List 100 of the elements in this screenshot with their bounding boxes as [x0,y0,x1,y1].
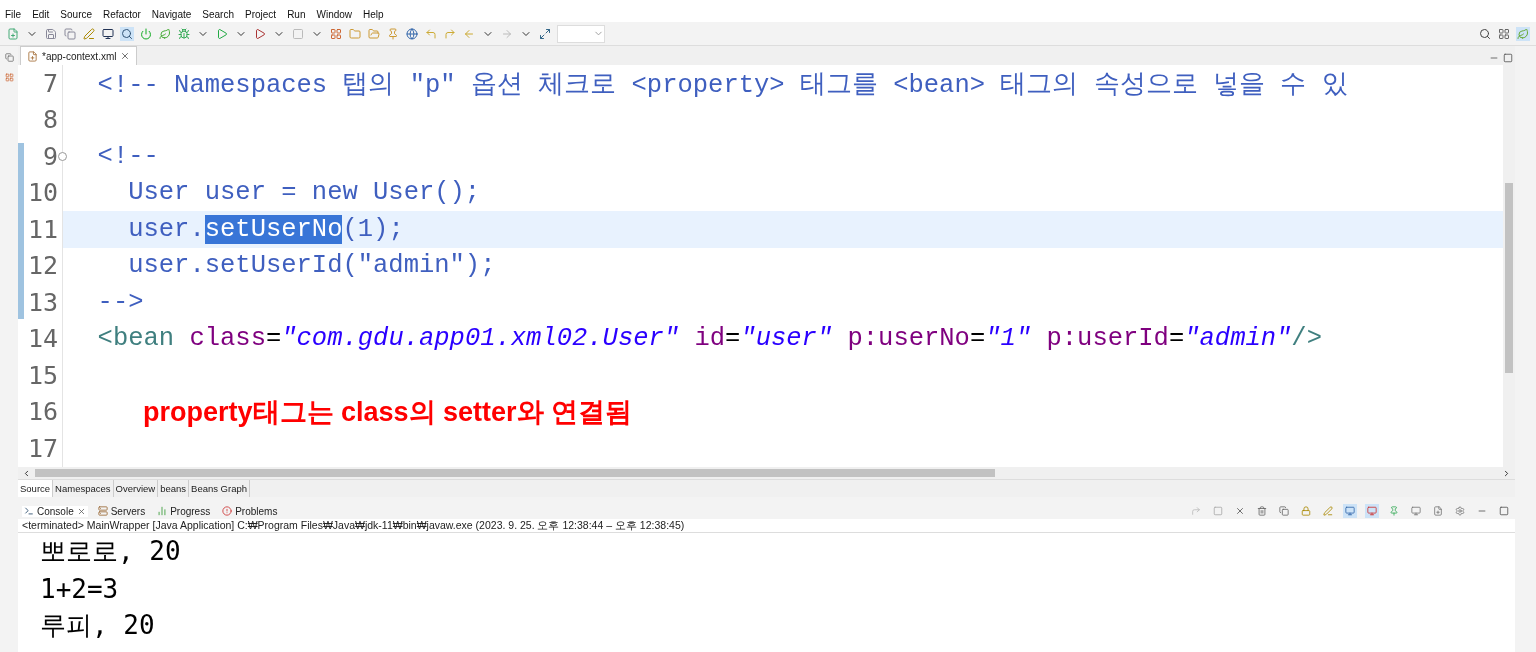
show-output-icon[interactable] [1343,504,1357,518]
stop-icon[interactable] [1211,504,1225,518]
menu-item[interactable]: Navigate [151,8,192,20]
selected-text: setUserNo [204,214,343,244]
globe-icon[interactable] [405,26,419,41]
save-all-icon[interactable] [63,26,77,41]
line-number: 10 [26,177,59,210]
scroll-right-icon [1502,468,1511,478]
code-text: User user = new User(); [127,178,481,208]
menu-item[interactable]: Search [202,8,234,20]
line-number: 15 [26,359,59,392]
lock-icon[interactable] [1299,504,1313,518]
editor-page-tab[interactable]: Namespaces [53,480,114,497]
code-text: <bean [96,324,175,354]
redo-icon[interactable] [443,26,457,41]
tab-label: Problems [235,505,278,517]
code-text: = [265,324,282,354]
view-tab[interactable]: Problems [220,505,280,517]
terminal-icon [24,506,34,516]
new-console-icon[interactable] [1431,504,1445,518]
code-text: p:userId [1045,324,1169,354]
menu-item[interactable]: Help [363,8,384,20]
maximize-icon[interactable] [1501,51,1515,65]
editor-page-tab[interactable]: Source [18,480,54,497]
editor-tab[interactable]: *app-context.xml [20,46,138,65]
file-icon [27,50,38,62]
code-text: user. [127,214,205,244]
code-text: "admin" [1184,324,1292,354]
line-number: 14 [26,323,59,356]
code-text: = [969,324,986,354]
line-number: 12 [26,250,59,283]
bug-icon[interactable] [177,26,191,41]
save-icon[interactable] [44,26,58,41]
server-icon [97,506,108,516]
code-text: (1); [342,214,404,244]
console-output-line: 1+2=3 [40,572,120,606]
line-number: 16 [26,396,59,429]
grid-icon[interactable] [329,26,343,41]
code-text: <!-- [96,141,159,171]
maximize-icon[interactable] [1497,504,1511,518]
editor-page-tab[interactable]: Overview [113,480,159,497]
scrollbar-thumb[interactable] [35,469,995,477]
editor-page-tab[interactable]: beans [158,480,190,497]
close-icon[interactable] [120,51,131,61]
view-tab[interactable]: Servers [95,505,148,517]
dropdown-field[interactable] [557,24,605,43]
monitor-icon[interactable] [101,26,115,41]
code-text: id [693,324,726,354]
console-output-line: 뽀로로, 20 [40,535,182,568]
line-number: 11 [26,213,59,246]
power-icon[interactable] [139,26,153,41]
code-text: --> [96,287,144,317]
menu-item[interactable]: Edit [32,8,50,20]
new-file-icon[interactable] [6,26,20,41]
annotation-text: property태그는 class의 setter와 연결됨 [142,395,633,429]
settings-icon[interactable] [1453,504,1467,518]
menu-item[interactable]: Project [245,8,277,20]
code-text: class [188,324,266,354]
console-output-line: 루피, 20 [40,609,156,642]
code-text: <!-- Namespaces 탭의 "p" 옵션 체크로 <property> 태그를 <bean> 태그의 속성으로 넣을 수 있 [96,69,1348,101]
folder-icon[interactable] [348,26,362,41]
editor-page-tab[interactable]: Beans Graph [189,480,251,497]
code-text: "1" [985,324,1032,354]
show-error-icon[interactable] [1365,504,1379,518]
code-text: = [1168,324,1185,354]
close-icon[interactable] [76,506,86,516]
view-tab[interactable]: Console [22,505,88,517]
alert-icon [222,506,233,516]
line-number: 17 [26,432,59,465]
line-number: 8 [41,104,59,137]
stop-icon[interactable] [291,26,305,41]
leaf-icon[interactable] [1516,26,1530,41]
line-number: 13 [26,286,59,319]
tab-label: Servers [110,505,146,517]
code-text: user.setUserId("admin"); [127,251,496,281]
restore-icon[interactable] [2,50,16,64]
search-icon[interactable] [120,26,134,41]
line-number: 9 [18,138,62,175]
play-icon[interactable] [253,26,267,41]
undo-icon[interactable] [424,26,438,41]
view-tab[interactable]: Progress [155,505,213,517]
leaf-icon[interactable] [158,26,172,41]
code-text: p:userNo [846,324,970,354]
menu-item[interactable]: Window [316,8,353,20]
menu-item[interactable]: Source [60,8,93,20]
code-text: /> [1291,324,1322,354]
menu-item[interactable]: Run [287,8,306,20]
bar-chart-icon [157,506,168,516]
display-icon[interactable] [1409,504,1423,518]
play-icon[interactable] [215,26,229,41]
edit-icon[interactable] [82,26,96,41]
fold-icon[interactable] [58,152,67,161]
folder-open-icon[interactable] [367,26,381,41]
search-icon[interactable] [1478,26,1492,41]
scrollbar-thumb[interactable] [1505,183,1513,373]
menu-item[interactable]: Refactor [103,8,141,20]
pin-icon[interactable] [1387,504,1401,518]
code-text: = [725,324,741,354]
pin-icon[interactable] [386,26,400,41]
menu-item[interactable]: File [5,8,22,20]
